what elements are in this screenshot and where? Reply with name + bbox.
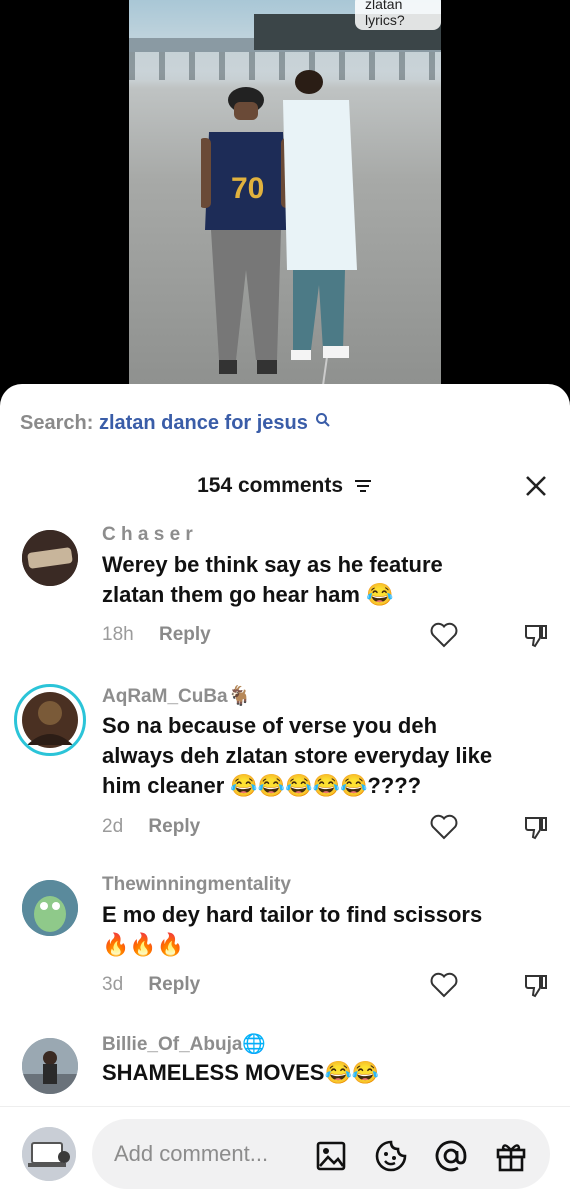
heart-icon[interactable] [430,622,458,648]
comment-composer: Add comment... [0,1106,570,1201]
heart-icon[interactable] [430,814,458,840]
dislike-icon[interactable] [522,971,550,999]
at-icon[interactable] [434,1139,468,1173]
search-suggestion[interactable]: Search: zlatan dance for jesus [20,412,331,435]
comments-sheet: Search: zlatan dance for jesus 154 comme… [0,384,570,1200]
comment-username[interactable]: C h a s e r [102,524,193,546]
avatar[interactable] [22,530,78,586]
avatar[interactable] [22,880,78,936]
avatar[interactable] [14,684,86,756]
comment-text-line: 🔥🔥🔥 [102,932,185,957]
svg-text:70: 70 [231,172,264,205]
comments-count: 154 comments [197,474,344,497]
comments-count-header: 154 comments [0,474,570,498]
comment-input[interactable]: Add comment... [92,1119,550,1189]
reply-button[interactable]: Reply [148,974,200,995]
comment-text-line: So na because of verse you deh [102,713,438,738]
comment-time: 2d [102,816,124,837]
gift-icon[interactable] [494,1139,528,1173]
reply-button[interactable]: Reply [159,624,211,645]
comment-username[interactable]: AqRaM_CuBa🐐 [102,684,251,708]
comment-username[interactable]: Thewinningmentality [102,874,291,896]
reply-button[interactable]: Reply [148,816,200,837]
comment-text-line: E mo dey hard tailor to find scissors [102,902,483,927]
comment-meta: 2d Reply [102,816,200,838]
comment-meta: 18h Reply [102,624,211,646]
comment-input-placeholder: Add comment... [114,1141,269,1166]
comment-text: SHAMELESS MOVES😂😂 [102,1058,522,1088]
dislike-icon[interactable] [522,621,550,649]
my-avatar[interactable] [22,1127,76,1181]
video-frame: zlatan lyrics? 70 [129,0,441,400]
comment-text: Werey be think say as he feature zlatan … [102,550,522,610]
close-icon[interactable] [524,474,548,498]
comment-time: 18h [102,624,134,645]
image-icon[interactable] [314,1139,348,1173]
search-label: Search: [20,412,94,434]
comment-text-line: SHAMELESS MOVES😂😂 [102,1060,380,1085]
dancer-two [283,70,357,360]
dancer-one: 70 [201,87,291,374]
comment-username[interactable]: Billie_Of_Abuja🌐 [102,1032,266,1056]
search-icon [316,413,331,427]
comment-text-line: Werey be think say as he feature [102,552,443,577]
comment-text-line: him cleaner 😂😂😂😂😂???? [102,773,422,798]
filter-icon[interactable] [353,478,373,494]
comment-time: 3d [102,974,124,995]
search-query-link[interactable]: zlatan dance for jesus [99,412,308,434]
dislike-icon[interactable] [522,813,550,841]
comment-text-line: zlatan them go hear ham 😂 [102,582,394,607]
comment-meta: 3d Reply [102,974,200,996]
comment-text: E mo dey hard tailor to find scissors 🔥🔥… [102,900,522,960]
comment-text: So na because of verse you deh always de… [102,711,522,801]
heart-icon[interactable] [430,972,458,998]
video-caption: zlatan lyrics? [355,0,441,30]
video-player[interactable]: zlatan lyrics? 70 [0,0,570,400]
avatar[interactable] [22,1038,78,1094]
comment-text-line: always deh zlatan store everyday like [102,743,493,768]
emoji-icon[interactable] [374,1139,408,1173]
